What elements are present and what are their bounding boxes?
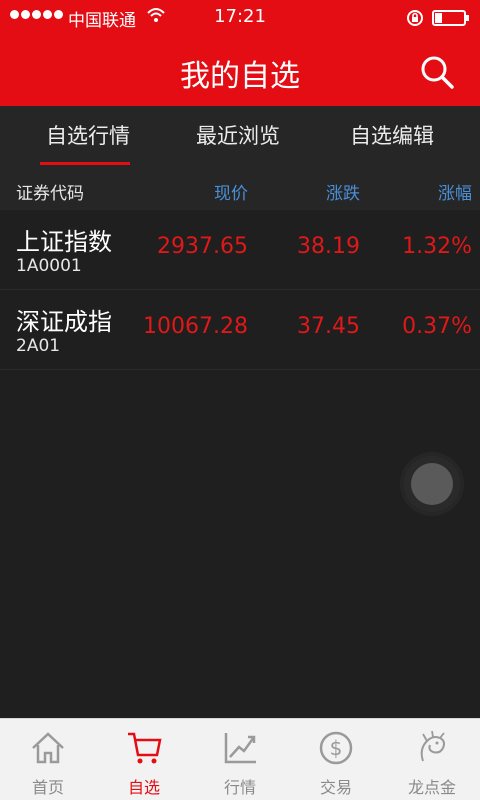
tab-watchlist-quotes[interactable]: 自选行情 (46, 120, 130, 150)
security-name: 上证指数 (16, 228, 112, 256)
column-header-price[interactable]: 现价 (214, 179, 248, 204)
svg-text:$: $ (330, 736, 343, 760)
nav-item-watchlist[interactable]: 自选 (96, 719, 192, 800)
nav-item-home[interactable]: 首页 (0, 719, 96, 800)
percent-change: 0.37% (402, 314, 472, 339)
title-bar: 我的自选 (0, 36, 480, 106)
column-header-pct[interactable]: 涨幅 (438, 179, 472, 204)
dragon-icon (420, 730, 445, 762)
page-title: 我的自选 (180, 59, 300, 94)
column-header-change[interactable]: 涨跌 (326, 179, 360, 204)
current-price: 10067.28 (143, 314, 248, 339)
status-bar: 中国联通 17:21 (0, 0, 480, 36)
tab-watchlist-edit[interactable]: 自选编辑 (350, 120, 434, 150)
nav-item-trade[interactable]: $ 交易 (288, 719, 384, 800)
nav-item-dragon-gold[interactable]: 龙点金 (384, 719, 480, 800)
percent-change: 1.32% (402, 234, 472, 259)
floating-button-core (411, 463, 453, 505)
nav-label-trade: 交易 (319, 778, 352, 797)
security-code: 1A0001 (16, 256, 82, 276)
column-header-code[interactable]: 证券代码 (16, 179, 84, 204)
security-name: 深证成指 (16, 308, 112, 336)
nav-item-market[interactable]: 行情 (192, 719, 288, 800)
cart-icon (128, 732, 162, 764)
table-row[interactable]: 深证成指 2A01 10067.28 37.45 0.37% (0, 290, 480, 370)
price-change: 37.45 (297, 314, 360, 339)
home-icon (32, 732, 64, 764)
floating-assist-button[interactable] (404, 456, 460, 512)
table-row[interactable]: 上证指数 1A0001 2937.65 38.19 1.32% (0, 210, 480, 290)
nav-label-market: 行情 (223, 778, 256, 797)
dollar-icon: $ (319, 731, 353, 765)
chart-icon (224, 733, 256, 764)
bottom-navigation: 首页 自选 行情 $ 交易 龙点金 (0, 718, 480, 800)
table-header: 证券代码 现价 涨跌 涨幅 (0, 168, 480, 210)
nav-label-dragon-gold: 龙点金 (407, 778, 456, 797)
rotation-lock-icon (407, 10, 423, 26)
search-icon[interactable] (419, 54, 455, 90)
active-tab-indicator (40, 162, 130, 165)
nav-label-home: 首页 (31, 778, 64, 797)
battery-icon (432, 10, 469, 26)
current-price: 2937.65 (157, 234, 248, 259)
tab-recent-browsing[interactable]: 最近浏览 (196, 120, 280, 150)
nav-label-watchlist: 自选 (127, 778, 160, 797)
price-change: 38.19 (297, 234, 360, 259)
security-code: 2A01 (16, 336, 61, 356)
tab-bar: 自选行情 最近浏览 自选编辑 (0, 106, 480, 168)
